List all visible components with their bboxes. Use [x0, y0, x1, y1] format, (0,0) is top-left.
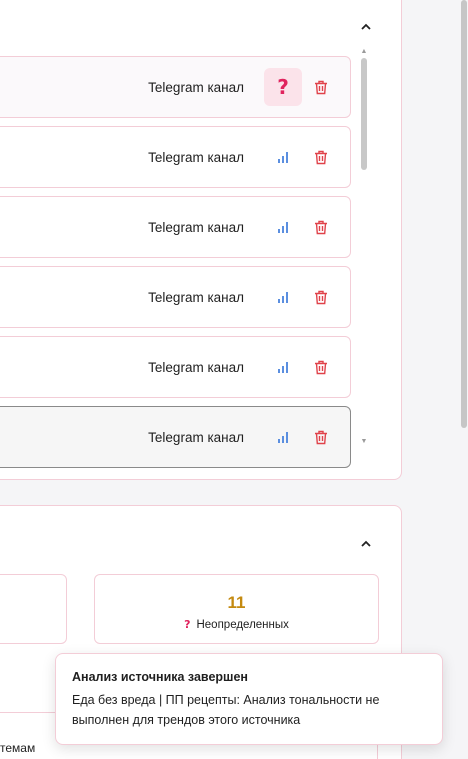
question-mark-icon: ? — [184, 618, 191, 631]
analysis-status-button[interactable] — [264, 138, 302, 176]
analysis-status-button[interactable] — [264, 278, 302, 316]
chevron-up-icon — [361, 540, 371, 547]
toast-notification[interactable]: Анализ источника завершен Еда без вреда … — [55, 653, 443, 745]
signal-bars-icon — [278, 362, 288, 373]
page: Telegram канал ? Telegram канал Telegram… — [0, 0, 468, 759]
topics-partial-label: темам — [0, 741, 36, 755]
question-mark-icon: ? — [277, 75, 289, 99]
signal-bars-icon — [278, 152, 288, 163]
source-type-label: Telegram канал — [148, 220, 244, 235]
undetermined-label: Неопределенных — [196, 619, 289, 631]
trash-icon — [315, 150, 327, 164]
undetermined-count: 11 — [227, 593, 246, 612]
trash-icon — [315, 290, 327, 304]
delete-source-button[interactable] — [307, 283, 335, 311]
toast-message: Еда без вреда | ПП рецепты: Анализ тонал… — [72, 693, 380, 727]
stats-collapse-button[interactable] — [356, 534, 376, 554]
analysis-status-button[interactable] — [264, 208, 302, 246]
source-row[interactable]: Telegram канал ? — [0, 56, 351, 118]
source-type-label: Telegram канал — [148, 80, 244, 95]
delete-source-button[interactable] — [307, 73, 335, 101]
toast-title: Анализ источника завершен — [72, 670, 248, 684]
signal-bars-icon — [278, 222, 288, 233]
source-row[interactable]: Telegram канал — [0, 406, 351, 468]
stat-card — [0, 574, 67, 644]
trash-icon — [315, 220, 327, 234]
signal-bars-icon — [278, 292, 288, 303]
trash-icon — [315, 430, 327, 444]
stat-card-undetermined: 11 ? Неопределенных — [94, 574, 379, 644]
sources-collapse-button[interactable] — [356, 17, 376, 37]
page-scrollbar[interactable] — [460, 0, 468, 759]
analysis-status-button[interactable] — [264, 418, 302, 456]
analysis-status-button[interactable] — [264, 348, 302, 386]
trash-icon — [315, 80, 327, 94]
source-type-label: Telegram канал — [148, 290, 244, 305]
scroll-up-arrow-icon[interactable]: ▲ — [360, 48, 368, 56]
undetermined-label-row: ? Неопределенных — [95, 618, 378, 631]
list-scrollbar[interactable]: ▲ ▼ — [359, 48, 369, 446]
delete-source-button[interactable] — [307, 423, 335, 451]
signal-bars-icon — [278, 432, 288, 443]
delete-source-button[interactable] — [307, 353, 335, 381]
scroll-down-arrow-icon[interactable]: ▼ — [360, 438, 368, 446]
page-scrollbar-thumb[interactable] — [461, 0, 467, 428]
delete-source-button[interactable] — [307, 213, 335, 241]
source-row[interactable]: Telegram канал — [0, 336, 351, 398]
undetermined-status-button[interactable]: ? — [264, 68, 302, 106]
delete-source-button[interactable] — [307, 143, 335, 171]
trash-icon — [315, 360, 327, 374]
source-type-label: Telegram канал — [148, 360, 244, 375]
sources-panel: Telegram канал ? Telegram канал Telegram… — [0, 0, 402, 480]
chevron-up-icon — [361, 23, 371, 30]
source-row[interactable]: Telegram канал — [0, 266, 351, 328]
list-scrollbar-thumb[interactable] — [361, 58, 367, 170]
source-row[interactable]: Telegram канал — [0, 126, 351, 188]
source-type-label: Telegram канал — [148, 430, 244, 445]
source-type-label: Telegram канал — [148, 150, 244, 165]
source-row[interactable]: Telegram канал — [0, 196, 351, 258]
